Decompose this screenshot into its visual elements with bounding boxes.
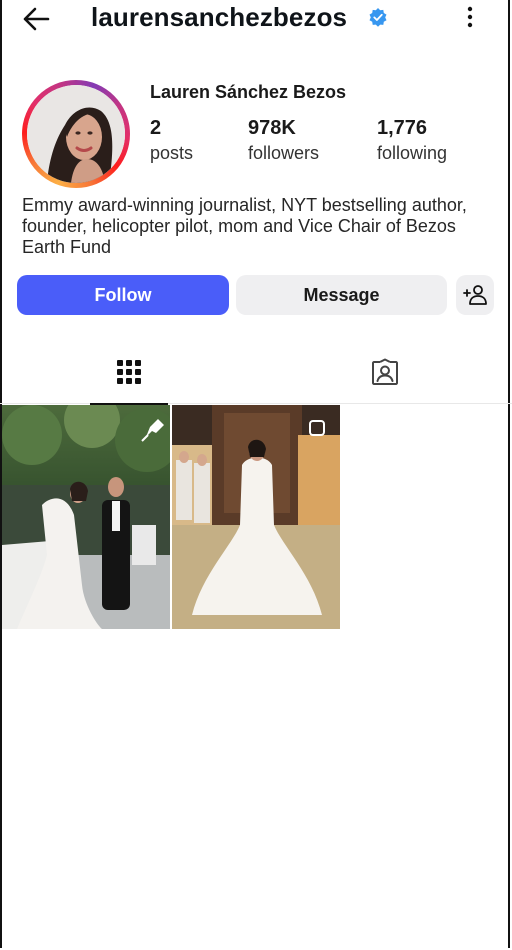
- tab-tagged[interactable]: [345, 345, 423, 403]
- following-stat[interactable]: 1,776 following: [377, 116, 447, 166]
- post-thumbnail[interactable]: [2, 405, 170, 629]
- profile-handle: laurensanchezbezos: [91, 2, 348, 32]
- add-user-icon: [463, 285, 487, 305]
- arrow-left-icon: [23, 7, 50, 31]
- suggested-users-button[interactable]: [456, 275, 494, 315]
- post-image: [2, 405, 170, 629]
- followers-count: 978K: [248, 117, 296, 139]
- more-vertical-icon: [467, 6, 473, 28]
- profile-bio: Emmy award-winning journalist, NYT bests…: [22, 195, 467, 257]
- profile-header: laurensanchezbezos: [0, 0, 512, 40]
- follow-button[interactable]: Follow: [17, 275, 229, 315]
- post-image: [172, 405, 340, 629]
- followers-label: followers: [248, 143, 320, 163]
- posts-label: posts: [150, 143, 194, 163]
- tab-posts-grid[interactable]: [90, 345, 168, 405]
- following-count: 1,776: [377, 117, 428, 139]
- profile-full-name: Lauren Sánchez Bezos: [150, 82, 347, 102]
- posts-stat: 2 posts: [150, 116, 193, 166]
- grid-icon: [117, 360, 141, 384]
- avatar: [27, 85, 125, 183]
- verified-badge-icon: [368, 7, 388, 27]
- profile-tabs: [0, 345, 512, 405]
- post-thumbnail[interactable]: [172, 405, 340, 629]
- story-ring[interactable]: [22, 80, 130, 188]
- followers-stat[interactable]: 978K followers: [248, 116, 319, 166]
- back-button[interactable]: [20, 2, 54, 36]
- following-label: following: [377, 143, 448, 163]
- more-options-button[interactable]: [458, 4, 482, 30]
- posts-count: 2: [150, 117, 162, 139]
- message-button[interactable]: Message: [236, 275, 447, 315]
- tagged-user-icon: [372, 358, 398, 385]
